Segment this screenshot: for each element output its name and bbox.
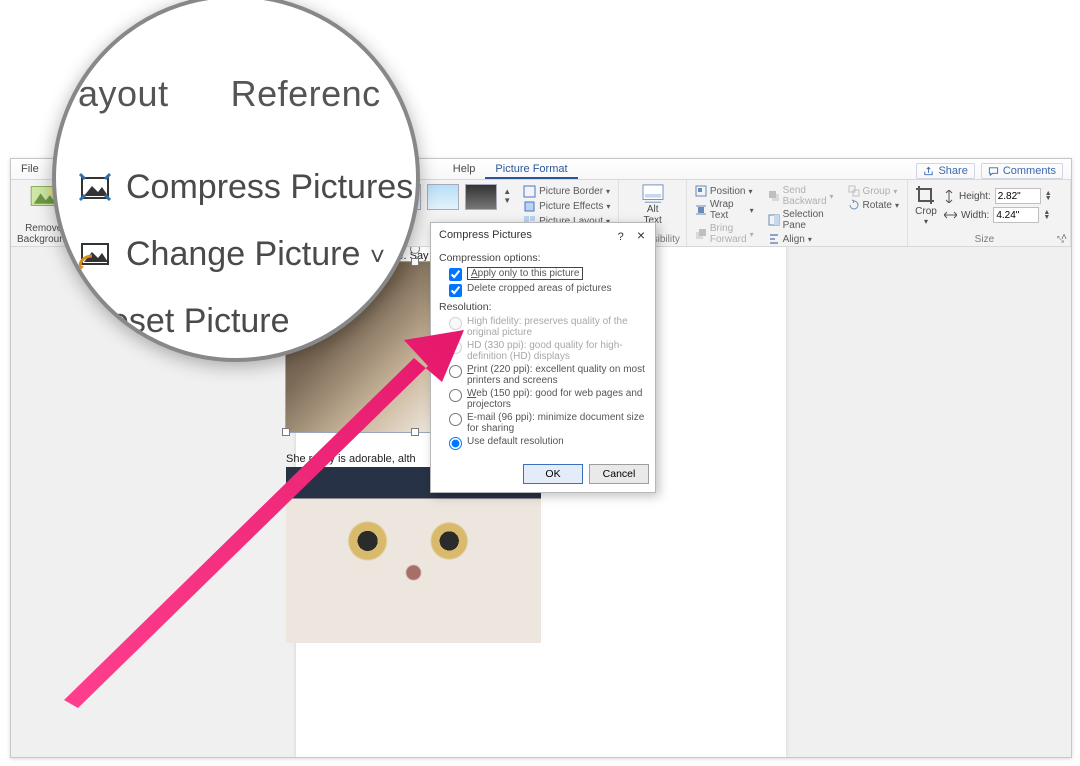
rotate-icon bbox=[848, 199, 860, 211]
alt-text-icon bbox=[642, 184, 664, 204]
comments-button[interactable]: Comments bbox=[981, 163, 1063, 179]
dialog-title: Compress Pictures bbox=[439, 229, 532, 241]
res-web[interactable]: Web (150 ppi): good for web pages and pr… bbox=[449, 388, 647, 410]
rotate-label: Rotate bbox=[863, 200, 892, 211]
send-backward-button: Send Backward ▾ bbox=[766, 184, 836, 208]
selection-label: Selection Pane bbox=[783, 209, 834, 231]
size-group-label: Size bbox=[914, 234, 1055, 245]
dialog-help-button[interactable]: ? bbox=[612, 231, 630, 243]
height-input[interactable] bbox=[995, 188, 1041, 204]
share-button[interactable]: Share bbox=[916, 163, 974, 179]
rotate-button[interactable]: Rotate ▾ bbox=[846, 198, 901, 212]
align-button[interactable]: Align ▾ bbox=[766, 232, 836, 246]
wrap-icon bbox=[695, 204, 707, 216]
res-hd: HD (330 ppi): good quality for high-defi… bbox=[449, 340, 647, 362]
bring-forward-icon bbox=[695, 228, 707, 240]
height-label: Height: bbox=[959, 191, 991, 202]
compress-pictures-icon bbox=[78, 170, 112, 204]
crop-icon bbox=[914, 184, 938, 206]
res-highfidelity: High fidelity: preserves quality of the … bbox=[449, 316, 647, 338]
bring-label: Bring Forward bbox=[710, 223, 747, 245]
align-icon bbox=[768, 233, 780, 245]
share-label: Share bbox=[938, 165, 967, 177]
picture-border-icon bbox=[523, 185, 536, 198]
change-picture-icon bbox=[78, 238, 112, 272]
crop-button[interactable]: Crop ▾ bbox=[914, 184, 938, 226]
share-icon bbox=[923, 166, 934, 177]
tab-file[interactable]: File bbox=[11, 160, 49, 179]
style-thumb-4[interactable] bbox=[465, 184, 497, 210]
selection-pane-icon bbox=[768, 214, 780, 226]
crop-label: Crop bbox=[915, 206, 937, 217]
comment-icon bbox=[988, 166, 999, 177]
position-icon bbox=[695, 185, 707, 197]
picture-effects-icon bbox=[523, 200, 536, 213]
picture-border-label: Picture Border bbox=[539, 186, 603, 197]
apply-only-checkbox[interactable] bbox=[449, 268, 462, 281]
mag-tab-layout: ayout bbox=[78, 62, 169, 127]
group-icon bbox=[848, 185, 860, 197]
res-email[interactable]: E-mail (96 ppi): minimize document size … bbox=[449, 412, 647, 434]
style-thumb-3[interactable] bbox=[427, 184, 459, 210]
selection-pane-button[interactable]: Selection Pane bbox=[766, 208, 836, 232]
delete-cropped-label: Delete cropped areas of pictures bbox=[467, 283, 612, 294]
group-button: Group ▾ bbox=[846, 184, 901, 198]
tab-picture-format[interactable]: Picture Format bbox=[485, 160, 577, 179]
magnifier-callout: ayout Referenc Compress Pictures bbox=[52, 0, 420, 362]
height-spinner[interactable]: ▲▼ bbox=[1045, 191, 1052, 201]
compression-options-header: Compression options: bbox=[439, 252, 647, 264]
picture-effects-button[interactable]: Picture Effects ▾ bbox=[521, 199, 612, 214]
picture-effects-label: Picture Effects bbox=[539, 201, 603, 212]
group-btn-label: Group bbox=[863, 186, 891, 197]
width-icon bbox=[944, 210, 957, 221]
send-backward-icon bbox=[768, 190, 780, 202]
mag-compress-label: Compress Pictures bbox=[126, 157, 413, 218]
group-arrange: Position ▾ Wrap Text ▾ Bring Forward ▾ S… bbox=[687, 180, 908, 246]
res-default[interactable]: Use default resolution bbox=[449, 436, 647, 450]
align-label: Align bbox=[783, 234, 805, 245]
group-size: Crop ▾ Height: ▲▼ Width: ▲▼ bbox=[908, 180, 1071, 246]
delete-cropped-option[interactable]: Delete cropped areas of pictures bbox=[449, 283, 647, 297]
apply-only-option[interactable]: Apply only to this picture bbox=[449, 267, 647, 281]
ok-button[interactable]: OK bbox=[523, 464, 583, 484]
dialog-close-button[interactable]: × bbox=[633, 227, 649, 243]
tab-help[interactable]: Help bbox=[443, 160, 486, 179]
width-input[interactable] bbox=[993, 207, 1039, 223]
position-label: Position bbox=[710, 186, 746, 197]
height-icon bbox=[944, 190, 955, 203]
comments-label: Comments bbox=[1003, 165, 1056, 177]
mag-change-label: Change Picture ˅ bbox=[126, 224, 385, 285]
res-print[interactable]: Print (220 ppi): excellent quality on mo… bbox=[449, 364, 647, 386]
styles-gallery-more[interactable]: ▲▼ bbox=[503, 184, 511, 205]
wrap-label: Wrap Text bbox=[710, 199, 747, 221]
mag-reset-label: eset Picture bbox=[110, 291, 290, 352]
width-spinner[interactable]: ▲▼ bbox=[1043, 210, 1050, 220]
cancel-button[interactable]: Cancel bbox=[589, 464, 649, 484]
picture-border-button[interactable]: Picture Border ▾ bbox=[521, 184, 612, 199]
alt-text-button[interactable]: Alt Text bbox=[642, 184, 664, 226]
position-button[interactable]: Position ▾ bbox=[693, 184, 756, 198]
mag-tab-references: Referenc bbox=[231, 62, 381, 127]
bring-forward-button: Bring Forward ▾ bbox=[693, 222, 756, 246]
send-label: Send Backward bbox=[783, 185, 827, 207]
width-label: Width: bbox=[961, 210, 989, 221]
collapse-ribbon-icon[interactable]: ˄ bbox=[1061, 232, 1067, 243]
wrap-text-button[interactable]: Wrap Text ▾ bbox=[693, 198, 756, 222]
delete-cropped-checkbox[interactable] bbox=[449, 284, 462, 297]
